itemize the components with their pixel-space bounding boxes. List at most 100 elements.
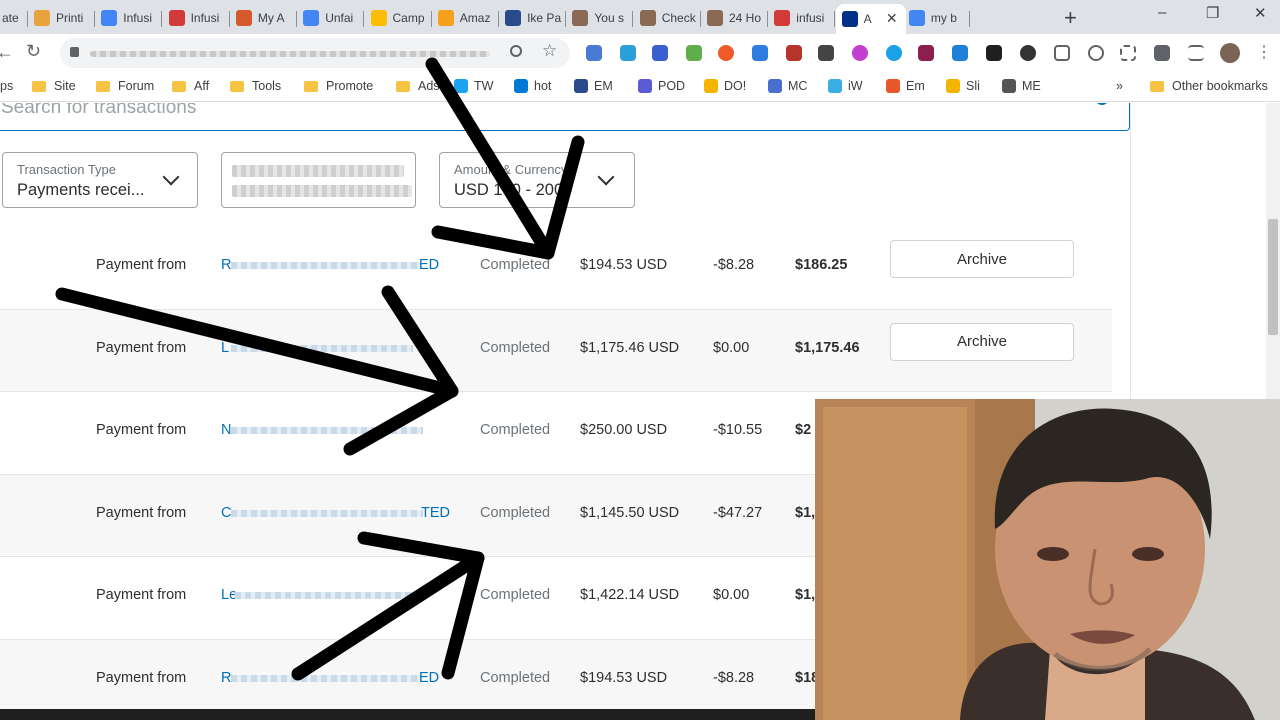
star-icon[interactable]: ☆ (542, 41, 557, 61)
browser-tab[interactable]: You s (566, 4, 634, 32)
bookmark-tools[interactable]: Tools (230, 79, 281, 93)
bookmark-tw[interactable]: TW (454, 79, 493, 93)
payer-name-suffix[interactable]: ED (419, 257, 439, 273)
bookmark-ps[interactable]: ps (0, 79, 13, 93)
extension-icon[interactable] (586, 45, 602, 61)
bookmark-mc[interactable]: MC (768, 79, 807, 93)
bookmark-pod[interactable]: POD (638, 79, 685, 93)
browser-tab[interactable]: Printi (28, 4, 95, 32)
close-tab-icon[interactable]: ✕ (886, 10, 898, 27)
browser-tab[interactable]: Ike Pa (499, 4, 567, 32)
bookmark-favicon-icon (638, 79, 652, 93)
bookmark-do-[interactable]: DO! (704, 79, 746, 93)
restore-button[interactable]: ❐ (1206, 4, 1219, 22)
bookmark-favicon-icon (768, 79, 782, 93)
bookmark-sli[interactable]: Sli (946, 79, 980, 93)
tab-title: Ike Pa (527, 11, 562, 25)
archive-button[interactable]: Archive (890, 322, 1074, 361)
fee-amount: -$47.27 (713, 504, 763, 521)
minimize-button[interactable]: – (1158, 4, 1166, 21)
browser-tab[interactable]: A ✕ (835, 4, 906, 34)
browser-tab[interactable]: Infusi (95, 4, 163, 32)
folder-icon (96, 80, 110, 92)
payer-name[interactable]: C (221, 505, 231, 521)
reload-icon[interactable]: ↻ (26, 41, 41, 62)
archive-button[interactable]: Archive (890, 240, 1074, 278)
new-tab-button[interactable]: + (1064, 5, 1077, 31)
payer-name-redacted (235, 592, 425, 600)
bookmark-promote[interactable]: Promote (304, 79, 373, 93)
back-icon[interactable]: ← (0, 42, 14, 63)
mail-icon[interactable] (1054, 45, 1070, 61)
transaction-row[interactable]: Payment from R ED Completed $194.53 USD -$8.2… (0, 227, 1112, 310)
other-bookmarks-folder[interactable]: Other bookmarks (1150, 79, 1268, 93)
extension-icon[interactable] (1020, 45, 1036, 61)
payer-name-redacted (231, 262, 421, 269)
bookmark-hot[interactable]: hot (514, 79, 551, 93)
transaction-row[interactable]: Payment from L Completed $1,175.46 USD $0.00… (0, 309, 1112, 393)
browser-tab[interactable]: ate (0, 4, 28, 32)
extension-icon[interactable] (686, 45, 702, 61)
gross-amount: $250.00 USD (580, 422, 668, 439)
bookmark-em[interactable]: EM (574, 79, 613, 93)
transaction-status: Completed (480, 669, 551, 686)
extension-icon[interactable] (918, 45, 934, 61)
bookmark-me[interactable]: ME (1002, 79, 1041, 93)
fullscreen-icon[interactable] (1120, 45, 1136, 61)
extension-icon[interactable] (852, 45, 868, 61)
fee-amount: -$10.55 (713, 422, 763, 439)
search-placeholder: Search for transactions (1, 103, 197, 118)
extension-icon[interactable] (718, 45, 734, 61)
browser-tab[interactable]: My A (230, 4, 297, 32)
bookmark-label: ps (0, 79, 14, 93)
bookmark-site[interactable]: Site (32, 79, 76, 93)
search-extension-icon[interactable] (1088, 45, 1104, 61)
folder-icon (172, 80, 186, 92)
puzzle-icon[interactable] (1154, 45, 1170, 61)
browser-tab[interactable]: my b (903, 4, 970, 32)
address-bar[interactable]: ☆ (60, 38, 570, 68)
search-icon[interactable] (1095, 103, 1109, 105)
zoom-icon[interactable] (510, 45, 522, 57)
media-icon[interactable] (1188, 45, 1204, 61)
payer-name-suffix[interactable]: ED (419, 670, 439, 686)
scrollbar-thumb[interactable] (1268, 219, 1278, 335)
payer-name[interactable]: L (221, 340, 229, 356)
payer-name[interactable]: R (221, 670, 231, 686)
amount-currency-filter[interactable]: Amount & Currency USD 100 - 2000 (439, 152, 635, 208)
payer-name[interactable]: R (221, 257, 231, 273)
browser-tab-strip: ate Printi Infusi Infusi My A Unfai Camp Amaz Ik… (0, 0, 1280, 34)
bookmark-forum[interactable]: Forum (96, 79, 154, 93)
browser-tab[interactable]: Unfai (297, 4, 365, 32)
extension-icon[interactable] (986, 45, 1002, 61)
bookmark-aff[interactable]: Aff (172, 79, 209, 93)
google-ads-icon (370, 10, 387, 26)
browser-tab[interactable]: Check (634, 4, 701, 32)
date-range-filter[interactable] (221, 152, 416, 208)
profile-avatar[interactable] (1220, 43, 1240, 63)
extension-icon[interactable] (886, 45, 902, 61)
extension-icon[interactable] (752, 45, 768, 61)
bookmark-label: TW (474, 79, 494, 93)
browser-tab[interactable]: Amaz (432, 4, 499, 32)
extension-icon[interactable] (952, 45, 968, 61)
menu-icon[interactable]: ⋮ (1256, 42, 1272, 62)
bookmark-em[interactable]: Em (886, 79, 925, 93)
bookmark-iw[interactable]: iW (828, 79, 863, 93)
payer-name[interactable]: N (221, 422, 231, 438)
browser-tab[interactable]: Infusi (163, 4, 230, 32)
browser-tab[interactable]: Camp (365, 4, 432, 32)
extension-icon[interactable] (652, 45, 668, 61)
extension-icon[interactable] (818, 45, 834, 61)
browser-tab[interactable]: infusi (768, 4, 836, 32)
extension-icon[interactable] (620, 45, 636, 61)
transaction-search-input[interactable]: Search for transactions (0, 103, 1130, 131)
extension-icon[interactable] (786, 45, 802, 61)
infusionsoft-icon (774, 10, 791, 26)
close-window-button[interactable]: ✕ (1254, 4, 1267, 22)
bookmarks-overflow-button[interactable]: » (1116, 79, 1123, 93)
payer-name-suffix[interactable]: TED (421, 505, 450, 521)
bookmark-ads[interactable]: Ads (396, 79, 440, 93)
transaction-type-filter[interactable]: Transaction Type Payments recei... (2, 152, 198, 208)
browser-tab[interactable]: 24 Ho (701, 4, 768, 32)
